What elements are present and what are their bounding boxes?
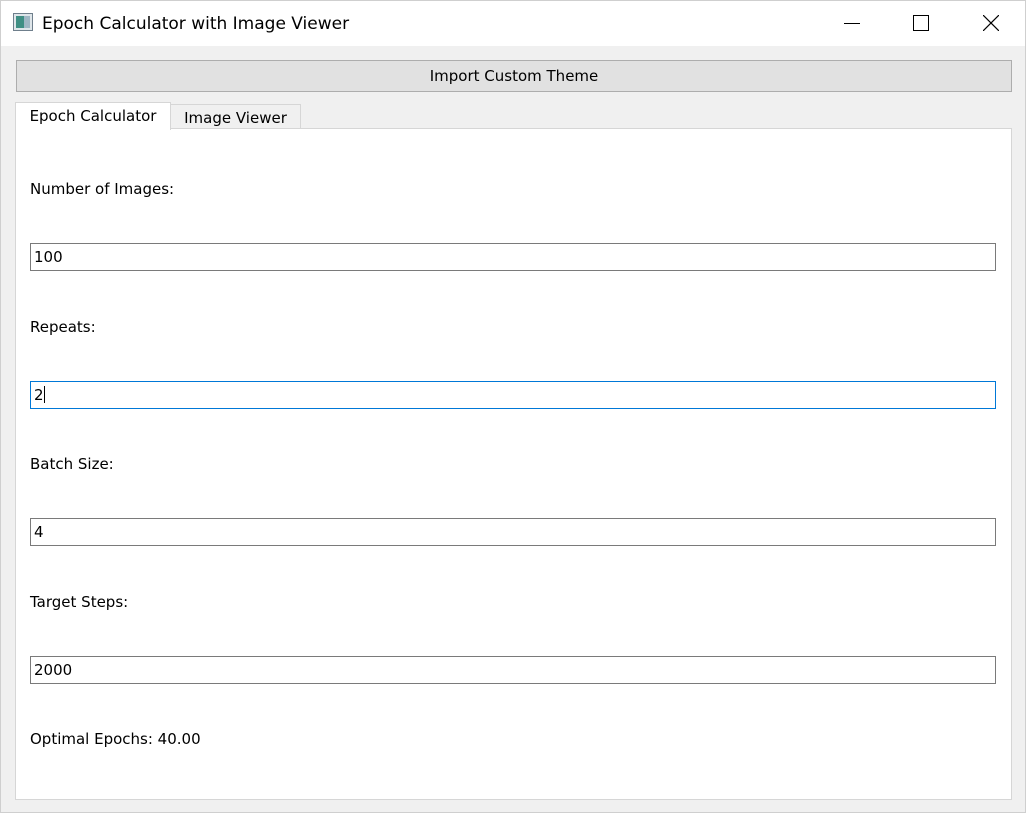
import-theme-button[interactable]: Import Custom Theme [16, 60, 1012, 92]
repeats-input[interactable]: 2 [30, 381, 996, 409]
close-button[interactable] [968, 1, 1014, 46]
tab-epoch-calculator[interactable]: Epoch Calculator [15, 102, 171, 130]
maximize-button[interactable] [898, 1, 944, 46]
app-window: Epoch Calculator with Image Viewer Impor… [0, 0, 1026, 813]
close-icon [983, 15, 999, 31]
app-icon [13, 13, 33, 31]
text-caret [43, 386, 45, 403]
number-of-images-label: Number of Images: [30, 180, 175, 198]
tab-image-viewer[interactable]: Image Viewer [170, 104, 301, 129]
minimize-button[interactable] [829, 1, 875, 46]
repeats-value: 2 [34, 386, 44, 404]
optimal-epochs-result: Optimal Epochs: 40.00 [30, 730, 201, 748]
batch-size-input[interactable]: 4 [30, 518, 996, 546]
window-title: Epoch Calculator with Image Viewer [42, 14, 350, 34]
target-steps-input[interactable]: 2000 [30, 656, 996, 684]
target-steps-label: Target Steps: [30, 593, 129, 611]
number-of-images-input[interactable]: 100 [30, 243, 996, 271]
epoch-calculator-panel [15, 128, 1012, 800]
maximize-icon [913, 15, 929, 31]
minimize-icon [844, 23, 860, 24]
repeats-label: Repeats: [30, 318, 96, 336]
title-bar: Epoch Calculator with Image Viewer [1, 1, 1025, 46]
batch-size-label: Batch Size: [30, 455, 114, 473]
